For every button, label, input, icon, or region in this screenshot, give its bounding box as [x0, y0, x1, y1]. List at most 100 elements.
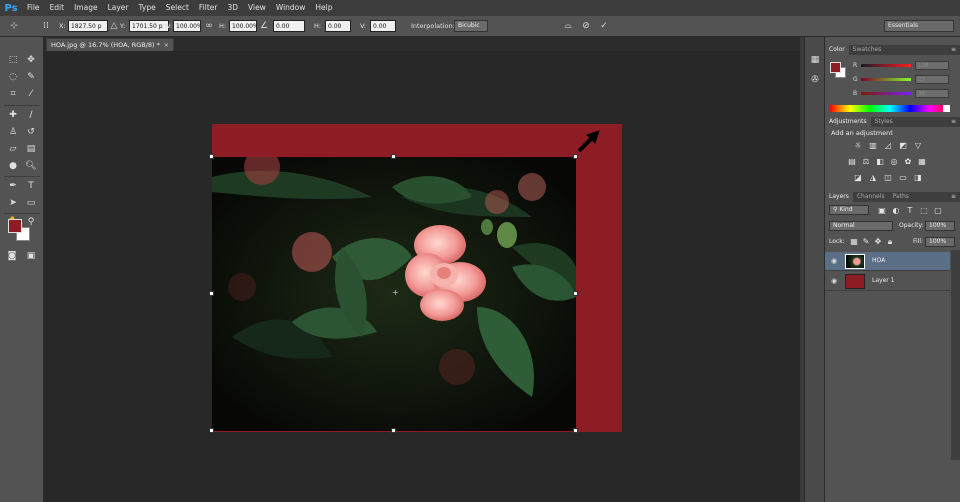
- link-icon[interactable]: ∞: [203, 20, 215, 32]
- menu-file[interactable]: File: [22, 0, 45, 16]
- transform-handle-tl[interactable]: [209, 154, 214, 159]
- red-slider[interactable]: [861, 64, 911, 67]
- invert-icon[interactable]: ◪: [853, 173, 863, 182]
- move-tool-preset-icon[interactable]: ⊹: [8, 20, 20, 32]
- menu-help[interactable]: Help: [310, 0, 337, 16]
- filter-pixel-icon[interactable]: ▣: [877, 206, 887, 215]
- menu-3d[interactable]: 3D: [222, 0, 243, 16]
- color-spectrum-ramp[interactable]: [830, 105, 950, 112]
- hoa-photo-layer[interactable]: +: [212, 157, 576, 431]
- pen-tool-icon[interactable]: ✒: [6, 179, 20, 193]
- blur-tool-icon[interactable]: ●: [6, 159, 20, 173]
- blue-slider[interactable]: [861, 92, 911, 95]
- clone-stamp-tool-icon[interactable]: ♙: [6, 125, 20, 139]
- tab-adjustments[interactable]: Adjustments: [825, 117, 871, 127]
- y-field[interactable]: 1701.50 p: [129, 20, 169, 32]
- gradient-map-icon[interactable]: ▭: [898, 173, 908, 182]
- filter-adjustment-icon[interactable]: ◐: [891, 206, 901, 215]
- quick-mask-icon[interactable]: ◙: [5, 249, 19, 263]
- transform-handle-tc[interactable]: [391, 154, 396, 159]
- transform-handle-br[interactable]: [573, 428, 578, 433]
- layers-scrollbar[interactable]: [951, 250, 960, 460]
- red-value-field[interactable]: 128: [915, 61, 949, 70]
- levels-icon[interactable]: ▥: [868, 141, 878, 150]
- relative-position-icon[interactable]: △: [108, 20, 120, 32]
- angle-field[interactable]: 0.00: [273, 20, 305, 32]
- dodge-tool-icon[interactable]: 🔍︎: [24, 159, 38, 173]
- exposure-icon[interactable]: ◩: [898, 141, 908, 150]
- type-tool-icon[interactable]: T: [24, 179, 38, 193]
- blue-value-field[interactable]: 36: [915, 89, 949, 98]
- tab-styles[interactable]: Styles: [871, 117, 897, 127]
- commit-transform-icon[interactable]: ✓: [598, 20, 610, 32]
- x-field[interactable]: 1827.50 p: [68, 20, 108, 32]
- document-tab[interactable]: HOA.jpg @ 16.7% (HOA, RGB/8) * ×: [46, 38, 174, 51]
- fill-field[interactable]: 100%: [925, 237, 955, 247]
- menu-view[interactable]: View: [243, 0, 271, 16]
- green-slider[interactable]: [861, 78, 911, 81]
- transform-handle-bc[interactable]: [391, 428, 396, 433]
- lock-all-icon[interactable]: 🔒︎: [885, 237, 895, 246]
- properties-panel-icon[interactable]: ✇: [808, 73, 822, 87]
- gradient-tool-icon[interactable]: ▤: [24, 142, 38, 156]
- photo-filter-icon[interactable]: ◎: [889, 157, 899, 166]
- transform-handle-ml[interactable]: [209, 291, 214, 296]
- quick-select-tool-icon[interactable]: ✎: [24, 70, 38, 84]
- filter-shape-icon[interactable]: ⬚: [919, 206, 929, 215]
- close-tab-icon[interactable]: ×: [164, 39, 169, 51]
- warp-mode-icon[interactable]: ⌓: [562, 20, 574, 32]
- curves-icon[interactable]: ◿: [883, 141, 893, 150]
- path-select-tool-icon[interactable]: ➤: [6, 196, 20, 210]
- history-panel-icon[interactable]: ▦: [808, 53, 822, 67]
- crop-tool-icon[interactable]: ⌗: [6, 87, 20, 101]
- menu-image[interactable]: Image: [69, 0, 103, 16]
- color-balance-icon[interactable]: ⚖: [861, 157, 871, 166]
- brush-tool-icon[interactable]: ∕: [24, 108, 38, 122]
- tab-channels[interactable]: Channels: [853, 192, 889, 202]
- menu-layer[interactable]: Layer: [103, 0, 134, 16]
- panel-menu-icon[interactable]: ≡: [951, 45, 956, 55]
- panel-menu-icon[interactable]: ≡: [951, 192, 956, 202]
- black-white-icon[interactable]: ◧: [875, 157, 885, 166]
- screen-mode-icon[interactable]: ▣: [24, 249, 38, 263]
- vibrance-icon[interactable]: ▽: [913, 141, 923, 150]
- tab-color[interactable]: Color: [825, 45, 849, 55]
- interpolation-select[interactable]: Bicubic: [454, 20, 488, 32]
- transform-handle-bl[interactable]: [209, 428, 214, 433]
- white-ramp-swatch[interactable]: [943, 105, 950, 112]
- menu-edit[interactable]: Edit: [45, 0, 70, 16]
- move-tool-icon[interactable]: ✥: [24, 53, 38, 67]
- cancel-transform-icon[interactable]: ⊘: [580, 20, 592, 32]
- menu-select[interactable]: Select: [161, 0, 194, 16]
- history-brush-tool-icon[interactable]: ↺: [24, 125, 38, 139]
- panel-menu-icon[interactable]: ≡: [951, 117, 956, 127]
- tab-layers[interactable]: Layers: [825, 192, 853, 202]
- hue-saturation-icon[interactable]: ▤: [847, 157, 857, 166]
- lasso-tool-icon[interactable]: ◌: [6, 70, 20, 84]
- color-lookup-icon[interactable]: ▦: [917, 157, 927, 166]
- h-skew-field[interactable]: 0.00: [325, 20, 351, 32]
- eraser-tool-icon[interactable]: ▱: [6, 142, 20, 156]
- color-fg-swatch[interactable]: [830, 62, 841, 73]
- layer-row-hoa[interactable]: ◉ HOA: [825, 252, 950, 271]
- workspace-select[interactable]: Essentials: [884, 20, 954, 32]
- menu-filter[interactable]: Filter: [194, 0, 223, 16]
- lock-position-icon[interactable]: ✥: [873, 237, 883, 246]
- tab-swatches[interactable]: Swatches: [849, 45, 886, 55]
- marquee-tool-icon[interactable]: ⬚: [6, 53, 20, 67]
- foreground-color-swatch-top[interactable]: [8, 219, 22, 233]
- opacity-field[interactable]: 100%: [925, 221, 955, 231]
- filter-smart-object-icon[interactable]: ▢: [933, 206, 943, 215]
- width-field[interactable]: 100.00%: [173, 20, 201, 32]
- transform-center-icon[interactable]: +: [392, 289, 399, 297]
- blend-mode-select[interactable]: Normal: [829, 221, 893, 231]
- menu-type[interactable]: Type: [134, 0, 161, 16]
- filter-type-icon[interactable]: T: [905, 206, 915, 215]
- lock-transparent-icon[interactable]: ▦: [849, 237, 859, 246]
- layer-row-layer-1[interactable]: ◉ Layer 1: [825, 272, 950, 291]
- green-value-field[interactable]: 27: [915, 75, 949, 84]
- eyedropper-tool-icon[interactable]: ⁄: [24, 87, 38, 101]
- healing-brush-tool-icon[interactable]: ✚: [6, 108, 20, 122]
- lock-image-icon[interactable]: ✎: [861, 237, 871, 246]
- threshold-icon[interactable]: ◫: [883, 173, 893, 182]
